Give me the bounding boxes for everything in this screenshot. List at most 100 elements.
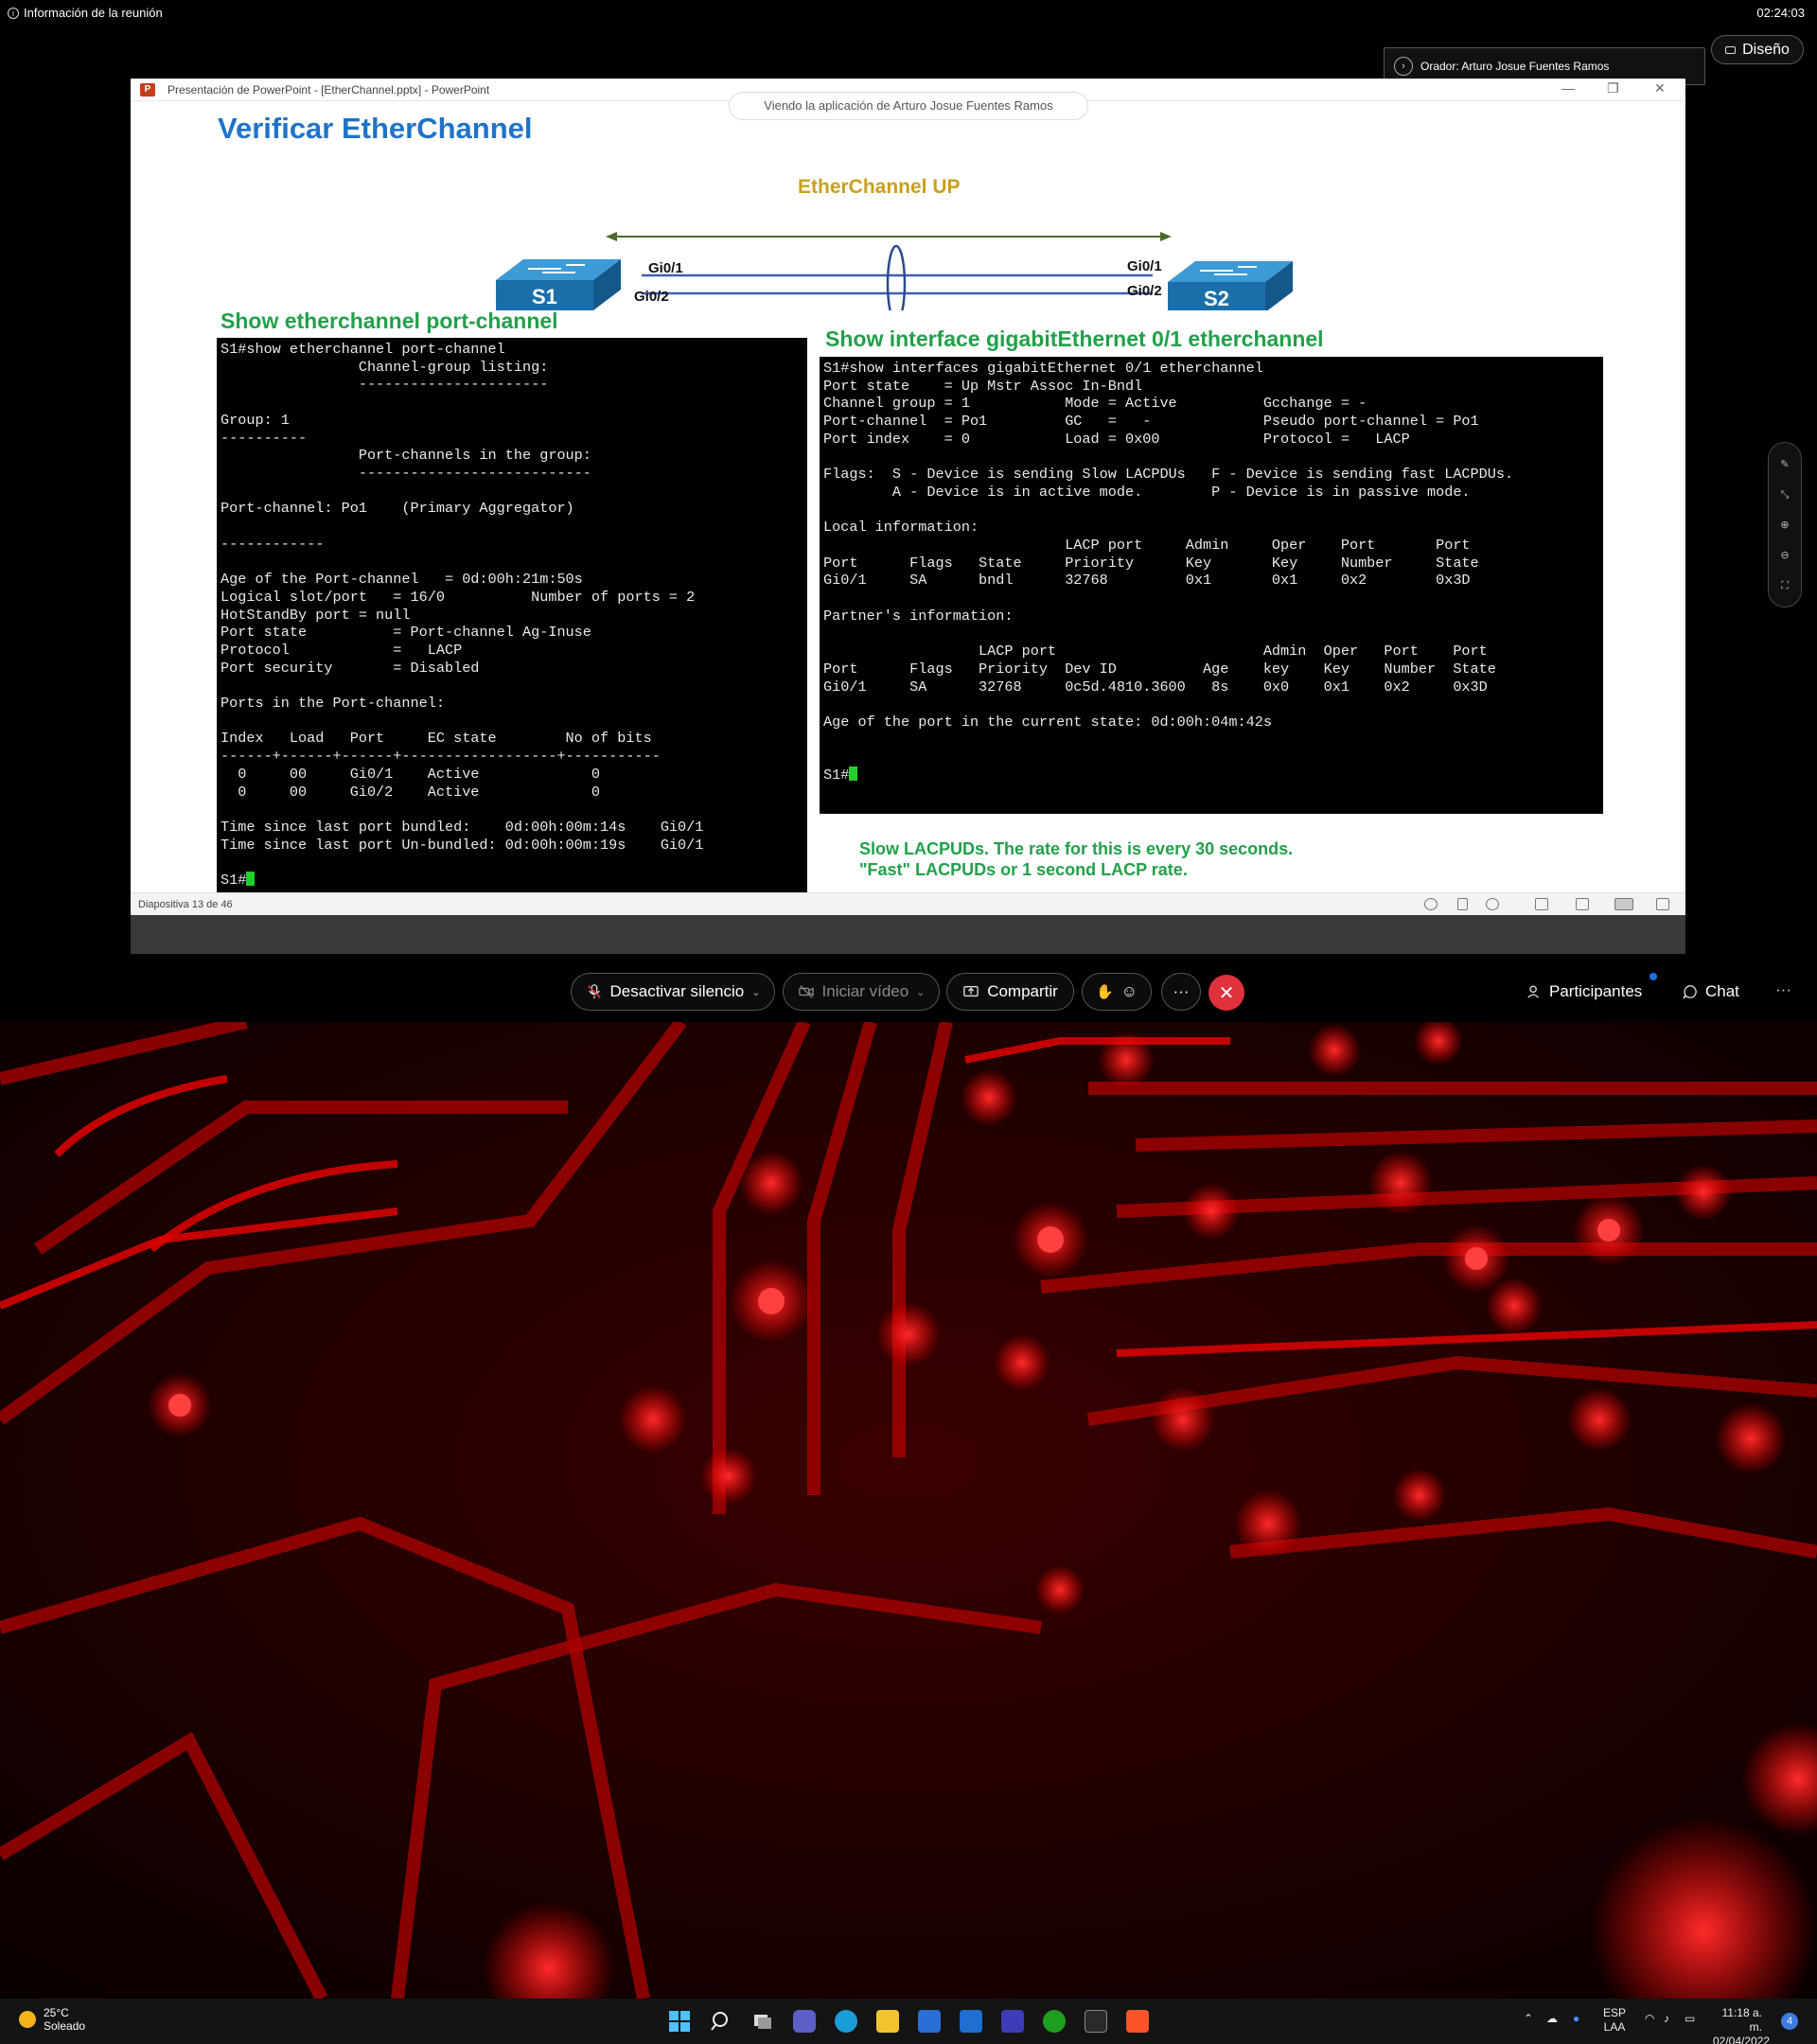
zoom-in-icon[interactable]: ⊕ xyxy=(1769,517,1801,534)
close-icon: ✕ xyxy=(1218,982,1235,1004)
speaker-label: Orador: Arturo Josue Fuentes Ramos xyxy=(1420,60,1610,73)
annotate-icon[interactable]: ✎ xyxy=(1769,456,1801,473)
layout-button[interactable]: Diseño xyxy=(1711,35,1804,64)
restore-icon[interactable]: ❐ xyxy=(1607,80,1619,97)
left-section-heading: Show etherchannel port-channel xyxy=(221,308,558,333)
terminal-line: ---------------------- xyxy=(221,376,549,394)
chevron-down-icon[interactable]: ⌄ xyxy=(916,986,925,998)
wifi-icon[interactable]: ◠ xyxy=(1645,2012,1654,2025)
teams-chat-icon[interactable] xyxy=(793,2010,816,2033)
terminal-line: 0 00 Gi0/2 Active 0 xyxy=(221,783,601,801)
weather-temperature: 25°C xyxy=(44,2006,69,2019)
weather-widget[interactable]: 25°C Soleado xyxy=(19,2006,85,2033)
edge-browser-icon[interactable] xyxy=(835,2010,857,2033)
mail-icon[interactable] xyxy=(960,2010,982,2033)
switch-s1-icon xyxy=(496,259,621,310)
terminal-line: Group: 1 xyxy=(221,411,290,429)
chevron-right-icon[interactable]: › xyxy=(1394,57,1413,76)
share-label: Compartir xyxy=(987,982,1058,1000)
raise-hand-icon[interactable]: ✋ xyxy=(1096,983,1114,1000)
terminal-line: ---------- xyxy=(221,429,308,447)
share-button[interactable]: Compartir xyxy=(946,973,1074,1011)
onedrive-icon[interactable]: ☁ xyxy=(1546,2012,1558,2025)
slide-menu-icon[interactable] xyxy=(1457,898,1468,910)
terminal-cursor xyxy=(849,766,858,782)
more-icon[interactable]: ··· xyxy=(1775,980,1791,999)
terminal-line: Flags: S - Device is sending Slow LACPDU… xyxy=(823,466,1514,484)
desktop-wallpaper-circuit xyxy=(0,1022,1817,1999)
slide-sorter-icon[interactable] xyxy=(1576,898,1589,910)
file-explorer-icon[interactable] xyxy=(876,2010,899,2033)
start-video-button[interactable]: Iniciar vídeo ⌄ xyxy=(783,973,940,1011)
search-icon[interactable] xyxy=(710,2010,732,2033)
layout-label: Diseño xyxy=(1742,41,1790,58)
terminal-line: ------+------+------+------------------+… xyxy=(221,748,661,766)
reactions-button[interactable]: ✋ ☺ xyxy=(1082,973,1152,1011)
minimize-icon[interactable]: — xyxy=(1561,80,1575,96)
microsoft-store-icon[interactable] xyxy=(918,2010,941,2033)
chat-button[interactable]: Chat xyxy=(1682,982,1739,1001)
s2-port-gi0-1: Gi0/1 xyxy=(1127,258,1162,274)
language-code: ESP xyxy=(1603,2006,1627,2019)
muted-microphone-icon xyxy=(587,984,601,999)
s1-port-gi0-1: Gi0/1 xyxy=(648,260,683,276)
input-language[interactable]: ESP LAA xyxy=(1603,2006,1626,2035)
start-video-label: Iniciar vídeo xyxy=(821,982,909,1000)
terminal-line: Port index = 0 Load = 0x00 Protocol = LA… xyxy=(823,430,1410,448)
start-icon[interactable] xyxy=(668,2010,691,2033)
task-view-icon[interactable] xyxy=(751,2010,774,2033)
clock[interactable]: 11:18 a. m. 02/04/2022 xyxy=(1713,2006,1770,2044)
terminal-icon[interactable] xyxy=(1085,2010,1107,2033)
chevron-up-icon[interactable]: ⌃ xyxy=(1524,2012,1533,2025)
microphone-icon[interactable]: ● xyxy=(1573,2012,1579,2025)
meeting-info-button[interactable]: i Información de la reunión xyxy=(8,6,163,20)
leave-meeting-button[interactable]: ✕ xyxy=(1208,975,1244,1011)
chat-icon xyxy=(1683,985,1697,999)
right-section-heading: Show interface gigabitEthernet 0/1 ether… xyxy=(825,326,1324,351)
terminal-line: Gi0/1 SA 32768 0c5d.4810.3600 8s 0x0 0x1… xyxy=(823,678,1488,696)
zoom-out-icon[interactable]: ⊖ xyxy=(1769,547,1801,564)
clock-time: 11:18 a. m. xyxy=(1721,2006,1762,2034)
slide-counter: Diapositiva 13 de 46 xyxy=(138,899,233,910)
next-slide-icon[interactable] xyxy=(1486,898,1499,910)
windows-taskbar: 25°C Soleado ⌃ ☁ ● ESP LAA ◠ ♪ ▭ 11:18 a… xyxy=(0,1999,1817,2044)
terminal-cursor xyxy=(246,872,256,887)
xbox-icon[interactable] xyxy=(1043,2010,1066,2033)
notification-badge[interactable]: 4 xyxy=(1781,2013,1798,2030)
window-bottom-strip xyxy=(131,915,1685,954)
terminal-line: Port state = Port-channel Ag-Inuse xyxy=(221,624,591,642)
battery-icon[interactable]: ▭ xyxy=(1685,2012,1695,2025)
participants-button[interactable]: Participantes xyxy=(1526,982,1642,1001)
bundle-ellipse xyxy=(886,244,907,310)
lacp-note-line-1: Slow LACPUDs. The rate for this is every… xyxy=(859,839,1294,858)
terminal-line: HotStandBy port = null xyxy=(221,606,411,624)
slideshow-icon[interactable] xyxy=(1656,898,1669,910)
more-options-button[interactable]: ··· xyxy=(1161,973,1201,1011)
fullscreen-icon[interactable]: ⛶ xyxy=(1769,577,1801,594)
slide-canvas: Verificar EtherChannel EtherChannel UP S… xyxy=(206,102,1608,916)
terminal-line: Port-channel = Po1 GC = - Pseudo port-ch… xyxy=(823,413,1479,431)
unmute-button[interactable]: Desactivar silencio ⌄ xyxy=(571,973,775,1011)
terminal-line: Channel-group listing: xyxy=(221,358,549,376)
brave-browser-icon[interactable] xyxy=(1126,2010,1149,2033)
viewing-banner: Viendo la aplicación de Arturo Josue Fue… xyxy=(729,92,1088,120)
reading-view-icon[interactable] xyxy=(1614,898,1633,910)
emoji-reaction-icon[interactable]: ☺ xyxy=(1121,982,1138,1001)
previous-slide-icon[interactable] xyxy=(1424,898,1438,910)
terminal-line: Ports in the Port-channel: xyxy=(221,695,445,713)
s2-port-gi0-2: Gi0/2 xyxy=(1127,283,1162,299)
normal-view-icon[interactable] xyxy=(1535,898,1548,910)
terminal-etherchannel-port-channel: S1#show etherchannel port-channel Channe… xyxy=(217,338,807,916)
chevron-down-icon[interactable]: ⌄ xyxy=(751,986,760,998)
powerautomate-icon[interactable] xyxy=(1001,2010,1024,2033)
volume-icon[interactable]: ♪ xyxy=(1664,2012,1669,2025)
fit-icon[interactable]: ⤡ xyxy=(1769,486,1801,503)
system-tray: ⌃ ☁ ● ESP LAA ◠ ♪ ▭ 11:18 a. m. 02/04/20… xyxy=(1520,1999,1817,2044)
close-icon[interactable]: ✕ xyxy=(1654,80,1666,97)
